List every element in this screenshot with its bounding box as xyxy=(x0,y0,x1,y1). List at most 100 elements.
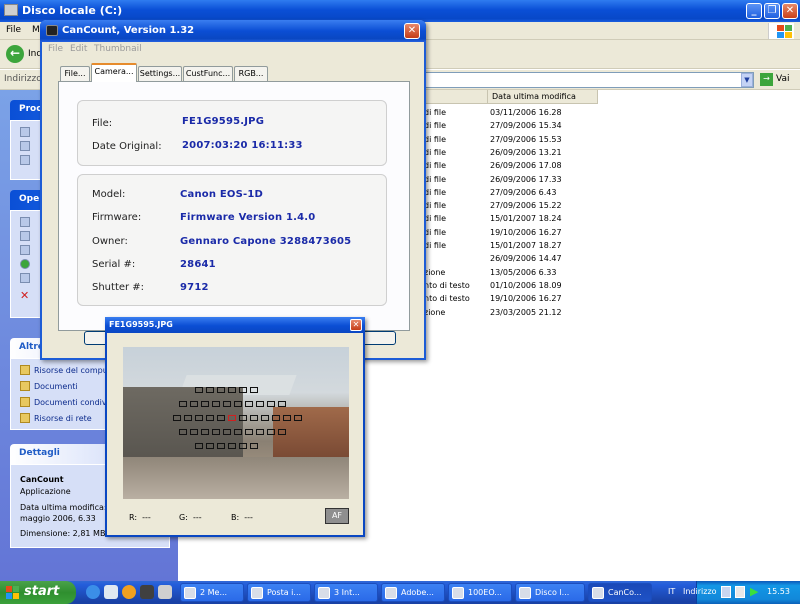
tray-app-icon[interactable] xyxy=(721,586,731,598)
maximize-button[interactable]: ❐ xyxy=(764,3,780,19)
tray-play-icon[interactable]: ▶ xyxy=(750,585,758,598)
preview-window-title: FE1G9595.JPG xyxy=(109,320,173,329)
serial-label: Serial #: xyxy=(92,259,136,270)
file-value: FE1G9595.JPG xyxy=(182,116,265,127)
cc-menu-file[interactable]: File xyxy=(48,44,63,54)
af-point xyxy=(256,401,264,407)
link-documents[interactable]: Documenti xyxy=(20,381,78,391)
taskbar-button-5[interactable]: 100EO... xyxy=(448,583,512,602)
cancount-window: CanCount, Version 1.32 ✕ File Edit Thumb… xyxy=(40,20,426,360)
camera-info-group: Model: Canon EOS-1D Firmware: Firmware V… xyxy=(77,174,387,306)
start-button[interactable]: start xyxy=(0,581,76,604)
af-toggle-button[interactable]: AF xyxy=(325,508,349,524)
cancount-title-bar[interactable]: CanCount, Version 1.32 ✕ xyxy=(40,20,426,42)
task-icon[interactable] xyxy=(20,273,30,283)
tab-file[interactable]: File... xyxy=(60,66,90,81)
media-quicklaunch-icon[interactable] xyxy=(140,585,154,599)
task-icon[interactable] xyxy=(20,231,30,241)
photo-preview[interactable] xyxy=(123,347,349,499)
column-header-date[interactable]: Data ultima modifica xyxy=(488,90,598,104)
task-icon[interactable] xyxy=(20,155,30,165)
file-type-cell: nto di testo xyxy=(424,280,470,290)
drive-icon xyxy=(4,4,18,16)
details-name: CanCount xyxy=(20,475,64,484)
cc-menu-edit[interactable]: Edit xyxy=(70,44,87,54)
menu-edit[interactable]: M xyxy=(32,25,40,35)
date-original-label: Date Original: xyxy=(92,141,162,152)
file-date-cell: 26/09/2006 13.21 xyxy=(490,147,562,157)
minimize-button[interactable]: _ xyxy=(746,3,762,19)
browser-quicklaunch-icon[interactable] xyxy=(122,585,136,599)
clock[interactable]: 15.53 xyxy=(767,587,790,596)
af-point xyxy=(195,387,203,393)
af-point xyxy=(195,443,203,449)
preview-close-button[interactable]: ✕ xyxy=(350,319,362,331)
file-date-cell: 23/03/2005 21.12 xyxy=(490,307,562,317)
af-point xyxy=(267,401,275,407)
file-type-cell: di file xyxy=(424,134,447,144)
task-icon[interactable] xyxy=(20,127,30,137)
af-point xyxy=(217,415,225,421)
file-type-cell: di file xyxy=(424,174,447,184)
tab-custfunc[interactable]: CustFunc... xyxy=(183,66,233,81)
file-date-cell: 27/09/2006 15.34 xyxy=(490,121,562,131)
ie-quicklaunch-icon[interactable] xyxy=(86,585,100,599)
file-type-cell: di file xyxy=(424,147,447,157)
address-dropdown-icon[interactable]: ▼ xyxy=(741,73,753,87)
model-label: Model: xyxy=(92,189,126,200)
date-original-value: 2007:03:20 16:11:33 xyxy=(182,140,303,151)
taskbar-button-2[interactable]: Posta i... xyxy=(247,583,311,602)
cc-menu-thumbnail[interactable]: Thumbnail xyxy=(94,44,142,54)
explorer-window-title: Disco locale (C:) xyxy=(22,4,123,17)
globe-icon[interactable] xyxy=(20,259,30,269)
camera-tab-panel: File: FE1G9595.JPG Date Original: 2007:0… xyxy=(58,81,410,331)
computer-icon xyxy=(20,365,30,375)
file-date-cell: 19/10/2006 16.27 xyxy=(490,227,562,237)
details-type: Applicazione xyxy=(20,487,71,496)
taskbar-button-1[interactable]: 2 Me... xyxy=(180,583,244,602)
preview-title-bar[interactable]: FE1G9595.JPG ✕ xyxy=(105,317,365,333)
folder-icon xyxy=(184,587,196,599)
af-point xyxy=(212,429,220,435)
link-network[interactable]: Risorse di rete xyxy=(20,413,92,423)
go-button-label[interactable]: Vai xyxy=(776,74,789,84)
task-icon[interactable] xyxy=(20,141,30,151)
cancount-close-button[interactable]: ✕ xyxy=(404,23,420,39)
menu-file[interactable]: File xyxy=(6,25,21,35)
serial-value: 28641 xyxy=(180,259,216,270)
file-type-cell: di file xyxy=(424,241,447,250)
taskbar-button-3[interactable]: 3 Int... xyxy=(314,583,378,602)
file-info-group: File: FE1G9595.JPG Date Original: 2007:0… xyxy=(77,100,387,166)
file-type-cell: nto di testo xyxy=(424,294,470,304)
af-point xyxy=(278,401,286,407)
tab-settings[interactable]: Settings... xyxy=(138,66,182,81)
tab-rgb[interactable]: RGB... xyxy=(234,66,268,81)
language-indicator[interactable]: IT xyxy=(668,587,675,596)
af-point xyxy=(267,429,275,435)
af-point xyxy=(283,415,291,421)
desktop-quicklaunch-icon[interactable] xyxy=(104,585,118,599)
tray-app-icon[interactable] xyxy=(735,586,745,598)
camera-icon xyxy=(592,587,604,599)
taskbar-button-6[interactable]: Disco l... xyxy=(515,583,585,602)
ie-icon xyxy=(318,587,330,599)
shutter-label: Shutter #: xyxy=(92,282,145,293)
tab-camera[interactable]: Camera... xyxy=(91,63,137,82)
close-button[interactable]: ✕ xyxy=(782,3,798,19)
file-date-cell: 27/09/2006 15.22 xyxy=(490,201,562,211)
app-quicklaunch-icon[interactable] xyxy=(158,585,172,599)
task-icon[interactable] xyxy=(20,245,30,255)
go-arrow-icon[interactable]: → xyxy=(760,73,773,86)
firmware-value: Firmware Version 1.4.0 xyxy=(180,212,316,223)
taskbar-button-cancount[interactable]: CanCo... xyxy=(588,583,652,602)
task-icon[interactable] xyxy=(20,217,30,227)
taskbar-address-label[interactable]: Indirizzo xyxy=(683,587,717,596)
taskbar-button-4[interactable]: Adobe... xyxy=(381,583,445,602)
folder-icon xyxy=(20,397,30,407)
link-shared-documents[interactable]: Documenti condivi xyxy=(20,397,109,407)
delete-icon[interactable]: ✕ xyxy=(20,289,29,302)
back-arrow-icon[interactable]: ← xyxy=(6,45,24,63)
file-date-cell: 26/09/2006 17.08 xyxy=(490,161,562,171)
link-my-computer[interactable]: Risorse del compu xyxy=(20,365,108,375)
explorer-title-bar[interactable]: Disco locale (C:) _ ❐ ✕ xyxy=(0,0,800,22)
